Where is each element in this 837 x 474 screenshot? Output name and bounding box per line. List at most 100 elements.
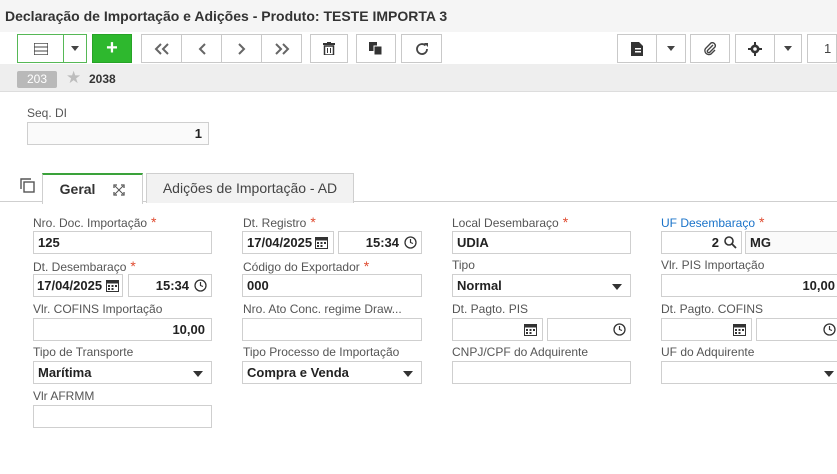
uf-desembaraco-uf-field: MG	[745, 231, 837, 254]
delete-button[interactable]	[310, 34, 348, 63]
chevron-down-icon	[193, 371, 203, 377]
last-record-button[interactable]	[261, 34, 302, 63]
paperclip-icon	[704, 41, 716, 55]
nro-doc-label: Nro. Doc. Importação *	[33, 214, 157, 230]
record-badge: 203	[17, 71, 57, 88]
clock-icon[interactable]	[194, 279, 207, 292]
required-marker: *	[562, 214, 569, 230]
dt-desembaraco-label: Dt. Desembaraço *	[33, 258, 136, 274]
uf-desembaraco-label-text: UF Desembaraço	[661, 216, 756, 230]
codigo-exportador-field[interactable]: 000	[242, 274, 422, 297]
dt-pagto-cofins-time-field[interactable]	[756, 318, 837, 341]
chevron-down-icon	[667, 46, 675, 51]
tipo-value: Normal	[457, 278, 502, 293]
tab-geral[interactable]: Geral	[42, 173, 143, 204]
dt-desembaraco-time-field[interactable]: 15:34	[128, 274, 212, 297]
seq-di-field: 1	[27, 122, 209, 145]
local-desembaraco-value: UDIA	[457, 235, 489, 250]
dt-pagto-cofins-label: Dt. Pagto. COFINS	[661, 302, 764, 316]
search-icon[interactable]	[724, 236, 737, 249]
vlr-afrmm-label: Vlr AFRMM	[33, 389, 95, 403]
duplicate-button[interactable]	[356, 34, 396, 63]
nro-doc-value: 125	[38, 235, 60, 250]
report-button[interactable]	[617, 34, 657, 63]
title-bar: Declaração de Importação e Adições - Pro…	[0, 0, 837, 32]
calendar-icon[interactable]	[106, 279, 119, 292]
double-chevron-right-icon	[274, 42, 289, 55]
tipo-select[interactable]: Normal	[452, 274, 631, 297]
nro-ato-label: Nro. Ato Conc. regime Draw...	[243, 302, 402, 316]
uf-desembaraco-code-field[interactable]: 2	[661, 231, 742, 254]
list-icon	[33, 42, 48, 55]
codigo-exportador-label-text: Código do Exportador	[243, 260, 360, 274]
first-record-button[interactable]	[141, 34, 182, 63]
required-marker: *	[759, 214, 765, 230]
dt-desembaraco-date-field[interactable]: 17/04/2025	[33, 274, 123, 297]
page-number-field[interactable]: 1	[807, 34, 837, 63]
clone-icon[interactable]	[20, 178, 36, 194]
clock-icon[interactable]	[613, 323, 626, 336]
previous-record-button[interactable]	[181, 34, 222, 63]
local-desembaraco-field[interactable]: UDIA	[452, 231, 631, 254]
vlr-cofins-field[interactable]: 10,00	[33, 318, 212, 341]
chevron-down-icon	[71, 46, 79, 51]
trash-icon	[323, 42, 335, 55]
clock-icon[interactable]	[404, 236, 417, 249]
refresh-button[interactable]	[401, 34, 442, 63]
vlr-cofins-label: Vlr. COFINS Importação	[33, 302, 163, 316]
clock-icon[interactable]	[823, 323, 836, 336]
chevron-down-icon	[784, 46, 792, 51]
dt-registro-date-value: 17/04/2025	[247, 235, 313, 250]
star-icon[interactable]: ★	[66, 69, 81, 86]
view-options-dropdown[interactable]	[63, 34, 87, 63]
toolbar: + 1	[0, 32, 837, 64]
tipo-processo-select[interactable]: Compra e Venda	[242, 361, 422, 384]
vlr-pis-value: 10,00	[802, 278, 835, 293]
required-marker: *	[130, 258, 136, 274]
dt-desembaraco-label-text: Dt. Desembaraço	[33, 260, 127, 274]
required-marker: *	[363, 258, 370, 274]
refresh-icon	[415, 42, 428, 55]
attachments-button[interactable]	[690, 34, 730, 63]
chevron-down-icon	[612, 284, 622, 290]
tipo-transporte-value: Marítima	[38, 365, 92, 380]
settings-button[interactable]	[735, 34, 775, 63]
calendar-icon[interactable]	[315, 236, 328, 249]
dt-registro-time-field[interactable]: 15:34	[338, 231, 422, 254]
tipo-transporte-label: Tipo de Transporte	[33, 345, 134, 359]
seq-di-value: 1	[194, 126, 202, 141]
cnpj-adquirente-field[interactable]	[452, 361, 631, 384]
grid-view-button[interactable]	[17, 34, 64, 63]
record-bar: 203 ★ 2038	[0, 64, 837, 92]
vlr-afrmm-field[interactable]	[33, 405, 212, 428]
calendar-icon[interactable]	[733, 323, 746, 336]
dt-desembaraco-time-value: 15:34	[155, 278, 189, 293]
add-button[interactable]: +	[92, 34, 132, 63]
codigo-exportador-value: 000	[247, 278, 269, 293]
dt-registro-label: Dt. Registro *	[243, 214, 316, 230]
required-marker: *	[310, 214, 316, 230]
report-options-dropdown[interactable]	[656, 34, 686, 63]
settings-options-dropdown[interactable]	[774, 34, 802, 63]
next-record-button[interactable]	[221, 34, 262, 63]
uf-desembaraco-label[interactable]: UF Desembaraço *	[661, 214, 764, 230]
expand-icon[interactable]	[113, 184, 125, 196]
chevron-right-icon	[237, 42, 245, 55]
dt-pagto-cofins-date-field[interactable]	[661, 318, 752, 341]
dt-pagto-pis-time-field[interactable]	[547, 318, 631, 341]
tab-adicoes[interactable]: Adições de Importação - AD	[146, 173, 354, 203]
double-chevron-left-icon	[154, 42, 169, 55]
dt-registro-date-field[interactable]: 17/04/2025	[242, 231, 334, 254]
uf-adquirente-select[interactable]	[661, 361, 837, 384]
required-marker: *	[151, 214, 157, 230]
calendar-icon[interactable]	[524, 323, 537, 336]
codigo-exportador-label: Código do Exportador *	[243, 258, 369, 274]
tipo-processo-label: Tipo Processo de Importação	[243, 345, 400, 359]
tipo-transporte-select[interactable]: Marítima	[33, 361, 212, 384]
nro-doc-field[interactable]: 125	[33, 231, 212, 254]
nro-ato-field[interactable]	[242, 318, 422, 341]
vlr-pis-field[interactable]: 10,00	[661, 274, 837, 297]
seq-di-label: Seq. DI	[27, 106, 68, 120]
dt-pagto-pis-date-field[interactable]	[452, 318, 543, 341]
dt-pagto-pis-label: Dt. Pagto. PIS	[452, 302, 529, 316]
